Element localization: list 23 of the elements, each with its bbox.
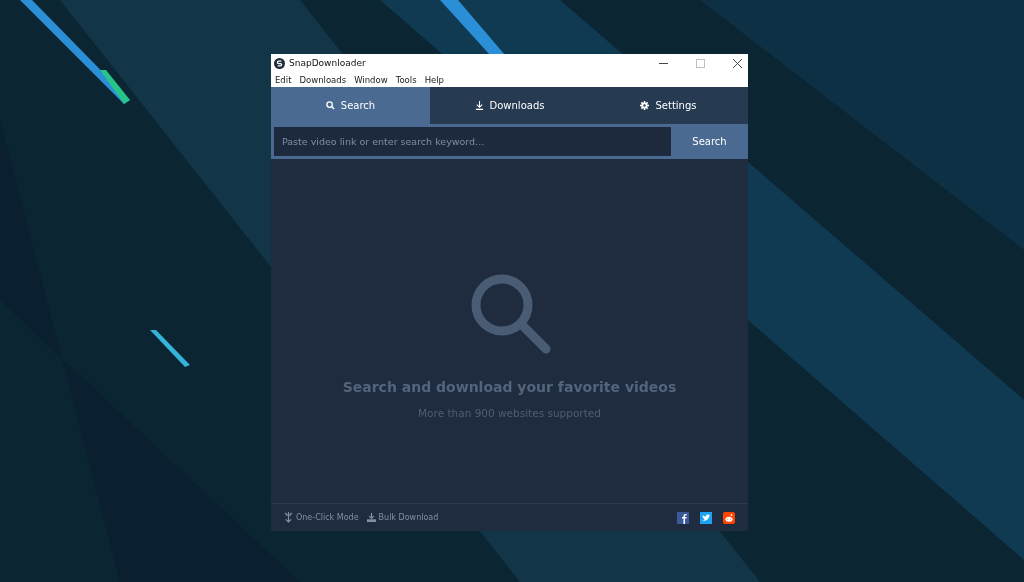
search-icon <box>325 101 335 110</box>
bulk-download-link[interactable]: Bulk Download <box>366 512 439 523</box>
menu-item[interactable]: Help <box>424 74 444 85</box>
download-icon <box>474 101 484 110</box>
menu-item[interactable]: Tools <box>395 74 417 85</box>
tab[interactable]: Search <box>271 87 430 124</box>
close-icon[interactable] <box>733 58 742 68</box>
download-icon <box>366 512 376 523</box>
twitter-icon[interactable] <box>700 511 712 524</box>
settings-icon <box>640 101 650 110</box>
empty-state-heading: Search and download your favorite videos <box>342 379 677 395</box>
one-click-mode-link[interactable]: One-Click Mode <box>284 512 359 523</box>
menu-item[interactable]: Edit <box>275 74 292 85</box>
search-field[interactable]: Paste video link or enter search keyword... <box>274 127 671 156</box>
tab[interactable]: Downloads <box>430 87 589 124</box>
reddit-icon[interactable] <box>723 511 735 524</box>
facebook-icon[interactable] <box>677 511 689 524</box>
menu-item[interactable]: Downloads <box>299 74 347 85</box>
app-logo-icon <box>274 57 285 69</box>
tab[interactable]: Settings <box>589 87 748 124</box>
tap-arrow-icon <box>284 512 293 523</box>
menu-item[interactable]: Window <box>354 74 388 85</box>
window-title: SnapDownloader <box>289 58 366 68</box>
